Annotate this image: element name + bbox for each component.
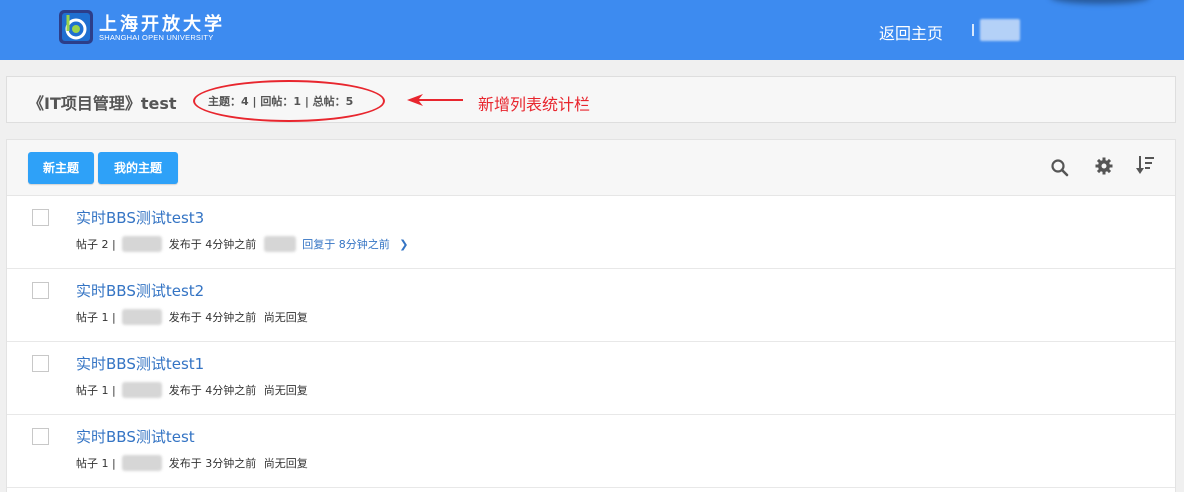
post-count: 帖子 1 | [76, 457, 116, 470]
home-link[interactable]: 返回主页 [879, 20, 943, 44]
annotation-text: 新增列表统计栏 [478, 95, 591, 114]
author-name-redacted [122, 455, 163, 471]
topic-row: 实时BBS测试test3 帖子 2 | 发布于 4分钟之前 回复于 8分钟之前 … [7, 196, 1175, 269]
sort-icon[interactable] [1136, 155, 1156, 175]
topic-title-link[interactable]: 实时BBS测试test3 [76, 207, 204, 228]
topic-checkbox[interactable] [32, 355, 49, 372]
new-topic-button[interactable]: 新主题 [28, 152, 94, 184]
topic-title-link[interactable]: 实时BBS测试test2 [76, 280, 204, 301]
gear-icon[interactable] [1094, 156, 1114, 176]
topic-row: 实时BBS测试test1 帖子 1 | 发布于 4分钟之前 尚无回复 [7, 342, 1175, 415]
post-count: 帖子 1 | [76, 384, 116, 397]
topic-meta: 帖子 1 | 发布于 4分钟之前 尚无回复 [76, 382, 308, 398]
my-topics-button[interactable]: 我的主题 [98, 152, 178, 184]
university-logo-icon[interactable] [58, 9, 94, 45]
search-icon[interactable] [1050, 158, 1070, 178]
posted-time: 发布于 4分钟之前 [168, 238, 257, 251]
posted-time: 发布于 4分钟之前 [168, 311, 257, 324]
reply-status: 尚无回复 [263, 311, 308, 324]
topic-meta: 帖子 2 | 发布于 4分钟之前 回复于 8分钟之前 ❯ [76, 236, 408, 252]
top-nav-bar: 上海开放大学 SHANGHAI OPEN UNIVERSITY 返回主页 [0, 0, 1184, 60]
reply-status: 尚无回复 [263, 457, 308, 470]
forum-title-bar: 《IT项目管理》test 主题：4 | 回帖：1 | 总帖：5 新增列表统计栏 [6, 76, 1176, 123]
topic-checkbox[interactable] [32, 209, 49, 226]
post-count: 帖子 2 | [76, 238, 116, 251]
topic-checkbox[interactable] [32, 282, 49, 299]
replier-name-redacted [263, 236, 296, 252]
author-name-redacted [122, 382, 163, 398]
author-name-redacted [122, 236, 163, 252]
topic-title-link[interactable]: 实时BBS测试test1 [76, 353, 204, 374]
topic-row: 实时BBS测试test2 帖子 1 | 发布于 4分钟之前 尚无回复 [7, 269, 1175, 342]
posted-time: 发布于 3分钟之前 [168, 457, 257, 470]
topic-title-link[interactable]: 实时BBS测试test [76, 426, 195, 447]
topic-checkbox[interactable] [32, 428, 49, 445]
annotation-arrow-icon [407, 94, 463, 106]
topic-meta: 帖子 1 | 发布于 3分钟之前 尚无回复 [76, 455, 308, 471]
author-name-redacted [122, 309, 163, 325]
topic-toolbar: 新主题 我的主题 [7, 140, 1175, 196]
chevron-right-icon[interactable]: ❯ [399, 238, 408, 251]
topic-meta: 帖子 1 | 发布于 4分钟之前 尚无回复 [76, 309, 308, 325]
topic-row: 实时BBS测试test 帖子 1 | 发布于 3分钟之前 尚无回复 [7, 415, 1175, 488]
posted-time: 发布于 4分钟之前 [168, 384, 257, 397]
reply-status: 尚无回复 [263, 384, 308, 397]
user-menu-redacted[interactable] [972, 19, 1020, 41]
post-count: 帖子 1 | [76, 311, 116, 324]
logo-text-en: SHANGHAI OPEN UNIVERSITY [99, 33, 214, 42]
forum-title: 《IT项目管理》test [28, 94, 177, 113]
topic-list-panel: 新主题 我的主题 实时BBS测试test3 帖子 2 | 发布于 4分钟之前 回… [6, 139, 1176, 492]
last-reply-link[interactable]: 回复于 8分钟之前 [302, 236, 390, 252]
annotation-ellipse [193, 80, 385, 122]
